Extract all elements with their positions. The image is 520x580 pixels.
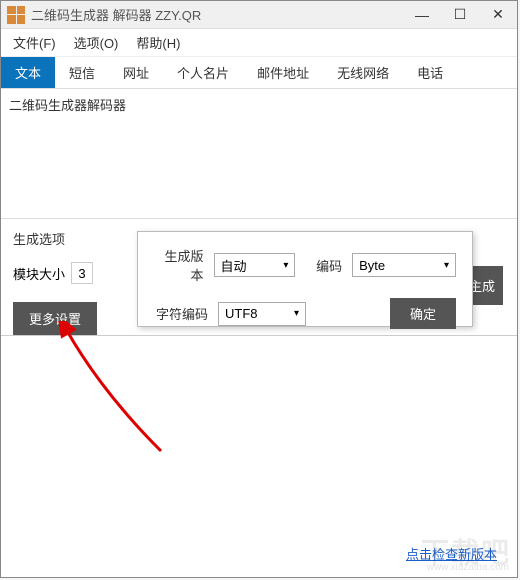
separator — [1, 335, 517, 336]
confirm-button[interactable]: 确定 — [390, 298, 456, 329]
menu-help[interactable]: 帮助(H) — [136, 33, 180, 52]
tab-text[interactable]: 文本 — [1, 57, 55, 88]
menubar: 文件(F) 选项(O) 帮助(H) — [1, 29, 517, 57]
version-label: 生成版本 — [154, 246, 204, 284]
encoding-value: Byte — [359, 258, 385, 273]
check-update-link[interactable]: 点击检查新版本 — [406, 544, 497, 563]
app-window: 二维码生成器 解码器 ZZY.QR — ☐ ✕ 文件(F) 选项(O) 帮助(H… — [0, 0, 518, 578]
maximize-button[interactable]: ☐ — [441, 1, 479, 29]
close-button[interactable]: ✕ — [479, 1, 517, 29]
window-title: 二维码生成器 解码器 ZZY.QR — [31, 5, 403, 24]
more-settings-button[interactable]: 更多设置 — [13, 302, 97, 335]
version-value: 自动 — [221, 256, 247, 275]
gen-options-title: 生成选项 — [13, 229, 113, 248]
app-icon — [7, 6, 25, 24]
tab-wifi[interactable]: 无线网络 — [323, 57, 403, 88]
version-select[interactable]: 自动 ▾ — [214, 253, 296, 277]
chevron-down-icon: ▾ — [294, 308, 299, 319]
minimize-button[interactable]: — — [403, 1, 441, 29]
window-controls: — ☐ ✕ — [403, 1, 517, 29]
tabs: 文本 短信 网址 个人名片 邮件地址 无线网络 电话 — [1, 57, 517, 89]
annotation-arrow — [21, 321, 181, 461]
tab-url[interactable]: 网址 — [109, 57, 163, 88]
tab-email[interactable]: 邮件地址 — [243, 57, 323, 88]
encoding-label: 编码 — [305, 256, 342, 275]
module-size-label: 模块大小 — [13, 264, 65, 283]
encoding-select[interactable]: Byte ▾ — [352, 253, 456, 277]
tab-phone[interactable]: 电话 — [403, 57, 457, 88]
module-size-input[interactable] — [71, 262, 93, 284]
settings-popup: 生成版本 自动 ▾ 编码 Byte ▾ 字符编码 UTF8 ▾ 确定 — [137, 231, 473, 327]
tab-sms[interactable]: 短信 — [55, 57, 109, 88]
chevron-down-icon: ▾ — [283, 260, 288, 271]
charset-select[interactable]: UTF8 ▾ — [218, 302, 306, 326]
text-content: 二维码生成器解码器 — [9, 95, 509, 114]
chevron-down-icon: ▾ — [444, 260, 449, 271]
text-input-area[interactable]: 二维码生成器解码器 — [1, 89, 517, 219]
charset-label: 字符编码 — [154, 304, 208, 323]
titlebar: 二维码生成器 解码器 ZZY.QR — ☐ ✕ — [1, 1, 517, 29]
menu-file[interactable]: 文件(F) — [13, 33, 56, 52]
menu-options[interactable]: 选项(O) — [74, 33, 119, 52]
watermark-url: www.xiazaiba.com — [427, 562, 509, 573]
tab-vcard[interactable]: 个人名片 — [163, 57, 243, 88]
charset-value: UTF8 — [225, 306, 258, 321]
